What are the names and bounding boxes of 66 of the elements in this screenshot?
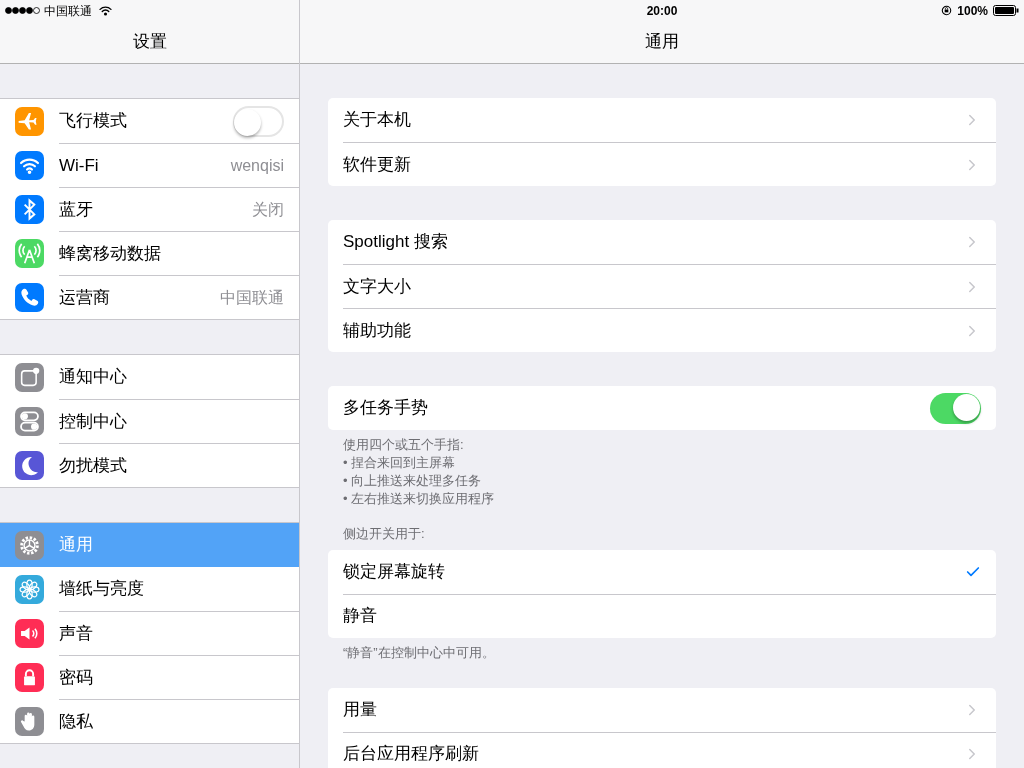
item-value: 关闭 xyxy=(252,199,284,220)
footer-text: • 左右推送来切换应用程序 xyxy=(343,490,496,508)
settings-row[interactable]: 关于本机 xyxy=(328,98,996,142)
clock-time: 20:00 xyxy=(646,2,678,20)
carrier-name: 中国联通 xyxy=(44,2,92,20)
battery-icon xyxy=(993,5,1019,16)
toggle-switch[interactable] xyxy=(233,105,284,137)
item-label: Wi-Fi xyxy=(59,154,100,177)
settings-row[interactable]: 多任务手势 xyxy=(328,386,996,430)
item-label: 运营商 xyxy=(59,286,111,309)
footer-text: “静音”在控制中心中可用。 xyxy=(343,643,496,662)
phone-icon xyxy=(15,282,44,312)
item-label: 蓝牙 xyxy=(59,198,94,221)
settings-row[interactable]: Spotlight 搜索 xyxy=(328,220,996,264)
item-value: wenqisi xyxy=(230,155,284,176)
item-label: 隐私 xyxy=(59,710,94,733)
antenna-icon xyxy=(15,238,44,268)
bluetooth-icon xyxy=(15,194,44,224)
footer-text: • 捏合来回到主屏幕 xyxy=(343,454,457,472)
lock-icon xyxy=(15,662,44,692)
settings-row[interactable]: 软件更新 xyxy=(328,142,996,186)
sidebar-title: 设置 xyxy=(132,31,167,54)
airplane-icon xyxy=(15,106,44,136)
rotation-lock-icon xyxy=(941,5,953,16)
item-label: 飞行模式 xyxy=(59,110,128,133)
battery-percent: 100% xyxy=(957,2,988,20)
row-label: 锁定屏幕旋转 xyxy=(343,560,446,583)
wifi-icon xyxy=(15,150,44,180)
footer-text: • 向上推送来处理多任务 xyxy=(343,472,483,490)
switches-icon xyxy=(15,406,44,436)
item-label: 通知中心 xyxy=(59,366,128,389)
signal-icon xyxy=(5,7,41,14)
wifi-icon xyxy=(99,5,112,16)
notification-icon xyxy=(15,362,44,392)
moon-icon xyxy=(15,450,44,480)
row-label: 软件更新 xyxy=(343,153,412,176)
item-value: 中国联通 xyxy=(220,287,284,308)
toggle-switch[interactable] xyxy=(930,392,981,424)
settings-row[interactable]: 锁定屏幕旋转 xyxy=(328,549,996,594)
hand-icon xyxy=(15,706,44,736)
item-label: 勿扰模式 xyxy=(59,454,128,477)
settings-row[interactable]: 静音 xyxy=(328,593,996,638)
row-label: 多任务手势 xyxy=(343,397,429,420)
item-label: 密码 xyxy=(59,666,94,689)
item-label: 通用 xyxy=(59,534,94,557)
row-label: Spotlight 搜索 xyxy=(343,231,449,254)
detail-title: 通用 xyxy=(645,31,679,54)
row-label: 辅助功能 xyxy=(343,319,412,342)
item-label: 蜂窝移动数据 xyxy=(59,242,162,265)
item-label: 控制中心 xyxy=(59,410,128,433)
settings-row[interactable]: 辅助功能 xyxy=(328,308,996,352)
speaker-icon xyxy=(15,618,44,648)
row-label: 静音 xyxy=(343,605,378,628)
row-label: 关于本机 xyxy=(343,109,412,132)
footer-text: 使用四个或五个手指: xyxy=(343,436,465,454)
gear-icon xyxy=(15,530,44,560)
settings-row[interactable]: 后台应用程序刷新 xyxy=(328,731,996,768)
flower-icon xyxy=(15,574,44,604)
section-header: 侧边开关用于: xyxy=(342,525,426,543)
item-label: 墙纸与亮度 xyxy=(59,578,145,601)
settings-row[interactable]: 文字大小 xyxy=(328,264,996,308)
item-label: 声音 xyxy=(59,622,94,645)
row-label: 后台应用程序刷新 xyxy=(343,743,480,766)
row-label: 文字大小 xyxy=(343,275,412,298)
settings-row[interactable]: 用量 xyxy=(328,687,996,732)
row-label: 用量 xyxy=(343,698,378,721)
